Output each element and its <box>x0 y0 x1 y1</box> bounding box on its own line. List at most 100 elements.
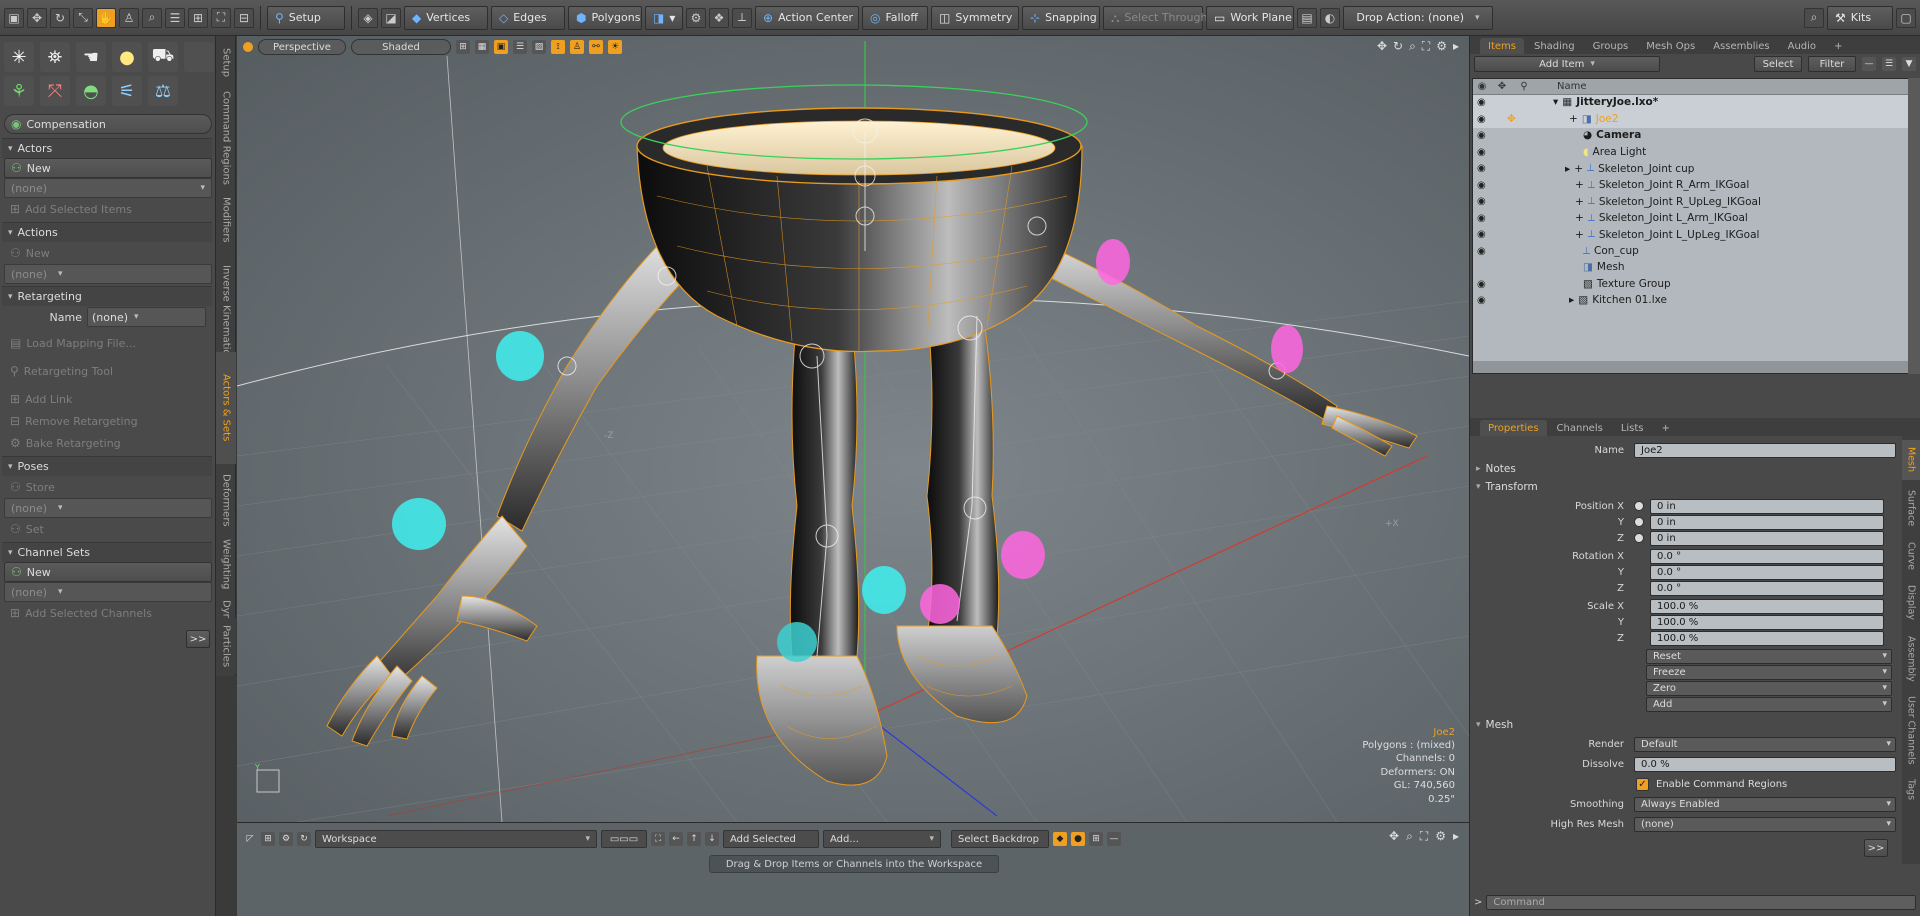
tab-properties[interactable]: Properties <box>1480 420 1547 436</box>
eye-icon[interactable]: ◉ <box>1477 196 1486 207</box>
zero-dropdown[interactable]: Zero <box>1646 680 1892 696</box>
filter-button[interactable]: Filter <box>1808 56 1856 72</box>
eye-icon[interactable]: ◉ <box>1477 279 1486 290</box>
tab-groups[interactable]: Groups <box>1585 38 1637 54</box>
add-node-dropdown[interactable]: Add... <box>823 830 941 848</box>
handle-l-arm-upper[interactable] <box>1096 239 1130 285</box>
list-item[interactable]: ◉ + ⟂ Skeleton_Joint R_UpLeg_IKGoal <box>1473 194 1908 211</box>
collapse-icon[interactable]: — <box>1107 832 1121 846</box>
eye-icon[interactable]: ◉ <box>1477 180 1486 191</box>
selection-mode-dropdown[interactable]: ◨ ▾ <box>645 5 683 30</box>
tab-modifiers[interactable]: Modifiers <box>216 192 236 248</box>
rotation-y-field[interactable]: 0.0 ° <box>1650 564 1884 580</box>
schematic-menu-icon[interactable]: ◸ <box>243 832 257 846</box>
new-actor-button[interactable]: ⚇ New <box>4 158 212 178</box>
light-tool-icon[interactable]: ● <box>112 42 142 72</box>
node-color-icon[interactable]: ◆ <box>1053 832 1067 846</box>
new-channel-set-button[interactable]: ⚇ New <box>4 562 212 582</box>
funnel-icon[interactable]: ▼ <box>1902 57 1916 71</box>
side-tab-tags[interactable]: Tags <box>1902 772 1920 808</box>
retargeting-tool-button[interactable]: ⚲ Retargeting Tool <box>4 360 212 382</box>
zoom-tool-icon[interactable]: ⌕ <box>142 7 162 28</box>
items-hscrollbar[interactable] <box>1473 361 1908 373</box>
node-dot-icon[interactable]: ● <box>1071 832 1085 846</box>
tab-shading[interactable]: Shading <box>1526 38 1583 54</box>
remove-retargeting-button[interactable]: ⊟ Remove Retargeting <box>4 410 212 432</box>
fit-view-icon[interactable]: ⛶ <box>1422 39 1430 54</box>
expand-arrow-icon[interactable]: ▸ <box>1565 163 1570 175</box>
action-center-button[interactable]: ⊕ Action Center <box>755 5 859 30</box>
list-item[interactable]: ◉ ▸ + ⟂ Skeleton_Joint cup <box>1473 161 1908 178</box>
list-toggle-icon[interactable]: ☰ <box>513 40 527 54</box>
eye-icon[interactable]: ◉ <box>1477 229 1486 240</box>
action-select[interactable]: (none) <box>4 264 212 284</box>
select-button[interactable]: Select <box>1754 56 1802 72</box>
position-x-field[interactable]: 0 in <box>1650 498 1884 514</box>
notes-section[interactable]: Notes <box>1470 460 1902 478</box>
handle-foot-r[interactable] <box>920 584 960 624</box>
maximize-icon[interactable]: ▢ <box>1896 7 1916 28</box>
list-item[interactable]: ◉ ▸ ▧ Kitchen 01.lxe <box>1473 293 1908 310</box>
list-view-icon[interactable]: ☰ <box>1882 57 1896 71</box>
viewport-menu-icon[interactable] <box>243 42 253 52</box>
sphere-tool-icon[interactable]: ◓ <box>76 76 106 106</box>
list-item[interactable]: ◉ ✥ + ◨ Joe2 <box>1473 111 1908 128</box>
joint-place-tool-icon[interactable]: ⚘ <box>4 76 34 106</box>
freeze-dropdown[interactable]: Freeze <box>1646 664 1892 680</box>
tab-actors-sets[interactable]: Actors & Sets <box>216 352 236 464</box>
add-transform-dropdown[interactable]: Add <box>1646 696 1892 712</box>
item-name-field[interactable]: Joe2 <box>1634 442 1896 458</box>
actor-select[interactable]: (none) <box>4 178 212 198</box>
edges-button[interactable]: ◇ Edges <box>491 5 565 30</box>
actions-section-header[interactable]: Actions <box>2 222 212 242</box>
new-action-button[interactable]: ⚇ New <box>4 242 212 264</box>
list-item[interactable]: ◉ + ⟂ Skeleton_Joint L_Arm_IKGoal <box>1473 211 1908 228</box>
eye-icon[interactable]: ◉ <box>1477 163 1486 174</box>
schematic-settings-icon[interactable]: ⚙ <box>1435 829 1446 844</box>
expand-arrow-icon[interactable]: ▸ <box>1569 294 1574 306</box>
list-item[interactable]: ◉ ◖ Area Light <box>1473 145 1908 162</box>
tab-mesh-ops[interactable]: Mesh Ops <box>1638 38 1703 54</box>
arrow-left-icon[interactable]: ← <box>669 832 683 846</box>
arrow-down-icon[interactable]: ↓ <box>705 832 719 846</box>
wire-toggle-icon[interactable]: ▦ <box>475 40 489 54</box>
properties-expand-button[interactable]: >> <box>1864 839 1888 857</box>
high-res-mesh-dropdown[interactable]: (none) <box>1634 816 1896 832</box>
tab-weighting[interactable]: Weighting <box>216 534 236 594</box>
actors-section-header[interactable]: Actors <box>2 138 212 158</box>
eye-icon[interactable]: ◉ <box>1477 295 1486 306</box>
select-through-button[interactable]: ⛬ Select Through <box>1103 5 1207 30</box>
poses-section-header[interactable]: Poses <box>2 456 212 476</box>
workspace-select[interactable]: Workspace <box>315 830 597 848</box>
mesh-section[interactable]: Mesh <box>1470 716 1902 734</box>
material-mode-icon[interactable]: ◪ <box>381 7 401 28</box>
eye-icon[interactable]: ◉ <box>1477 114 1486 125</box>
search-icon[interactable]: ⌕ <box>1804 7 1824 28</box>
setup-button[interactable]: ⚲ Setup <box>267 5 345 30</box>
hand-tool-icon[interactable]: ☚ <box>76 42 106 72</box>
scale-tool-icon[interactable]: ⤡ <box>73 7 93 28</box>
expand-panel-button[interactable]: >> <box>186 630 210 648</box>
add-tab-icon[interactable]: + <box>1826 38 1850 54</box>
chain-tool-icon[interactable]: ⚟ <box>112 76 142 106</box>
move-view-icon[interactable]: ✥ <box>1377 39 1387 54</box>
rotation-x-field[interactable]: 0.0 ° <box>1650 548 1884 564</box>
handle-r-arm-upper[interactable] <box>496 331 544 381</box>
handle-l-knee[interactable] <box>1001 531 1045 579</box>
eye-icon[interactable]: ◉ <box>1477 97 1486 108</box>
side-tab-surface[interactable]: Surface <box>1902 482 1920 534</box>
tab-assemblies[interactable]: Assemblies <box>1705 38 1777 54</box>
node-grid-icon[interactable]: ⊞ <box>1089 832 1103 846</box>
eye-icon[interactable]: ◉ <box>1477 130 1486 141</box>
position-z-field[interactable]: 0 in <box>1650 530 1884 546</box>
position-x-key-icon[interactable] <box>1634 501 1644 511</box>
fit-schematic-icon[interactable]: ⛶ <box>651 832 665 846</box>
viewport-settings-icon[interactable]: ⚙ <box>1436 39 1447 54</box>
list-item[interactable]: ◉ ▧ Texture Group <box>1473 277 1908 294</box>
list-item[interactable]: ◉ ⟂ Con_cup <box>1473 244 1908 261</box>
grid-icon[interactable]: ⊞ <box>188 7 208 28</box>
tab-setup[interactable]: Setup <box>216 42 236 84</box>
list-item[interactable]: ◉ + ⟂ Skeleton_Joint R_Arm_IKGoal <box>1473 178 1908 195</box>
add-properties-tab-icon[interactable]: + <box>1654 420 1678 436</box>
pose-toggle-icon[interactable]: ♙ <box>570 40 584 54</box>
